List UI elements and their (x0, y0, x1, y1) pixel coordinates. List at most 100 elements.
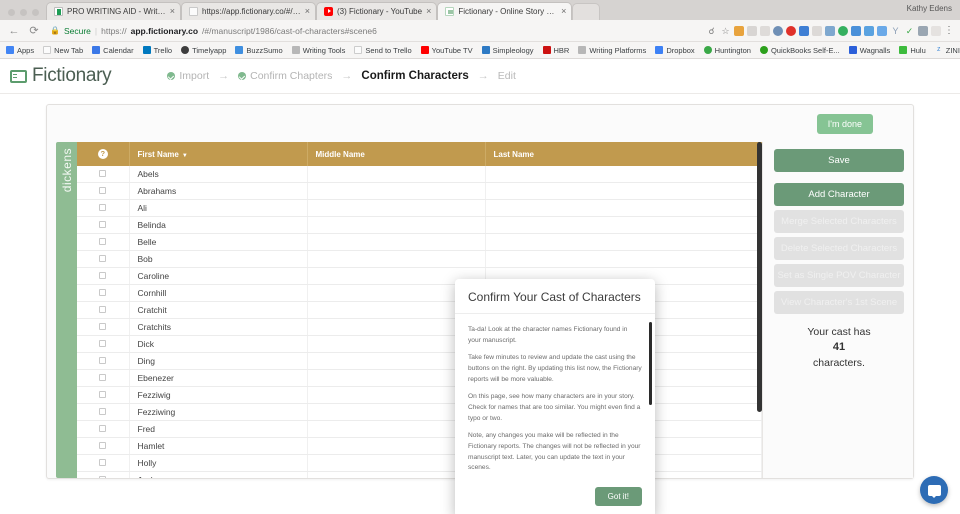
row-checkbox[interactable] (99, 476, 107, 478)
step-import[interactable]: Import (167, 70, 209, 82)
extension-icon-5[interactable] (799, 25, 809, 36)
row-checkbox[interactable] (99, 221, 107, 228)
table-row[interactable]: Caroline (77, 267, 762, 285)
row-select-cell[interactable] (77, 471, 130, 478)
window-traffic-lights[interactable] (4, 9, 46, 20)
extension-icon-14[interactable] (931, 25, 941, 36)
row-checkbox[interactable] (99, 374, 107, 381)
row-select-cell[interactable] (77, 166, 130, 183)
help-circle-icon[interactable]: ? (97, 149, 108, 159)
step-confirm-chapters[interactable]: Confirm Chapters (238, 70, 332, 82)
step-confirm-characters[interactable]: Confirm Characters (361, 70, 468, 82)
bookmark-item[interactable]: Writing Platforms (578, 46, 646, 55)
close-icon[interactable]: × (170, 7, 175, 16)
im-done-button[interactable]: I'm done (816, 113, 873, 134)
row-checkbox[interactable] (99, 340, 107, 347)
bookmark-item[interactable]: Writing Tools (291, 46, 345, 55)
extension-icon-11[interactable] (877, 25, 887, 36)
header-first-name[interactable]: First Name ▼ (129, 142, 308, 166)
row-select-cell[interactable] (77, 318, 130, 336)
table-row[interactable]: Cornhill (77, 284, 762, 302)
bookmark-item[interactable]: BuzzSumo (235, 46, 283, 55)
cell-last-name[interactable] (485, 182, 762, 200)
cell-last-name[interactable] (485, 233, 762, 251)
cell-first-name[interactable]: Holly (129, 454, 308, 472)
new-tab-button[interactable] (572, 3, 601, 20)
extension-icon-3[interactable] (760, 25, 770, 36)
browser-tab-3[interactable]: (3) Fictionary - YouTube × (316, 2, 438, 20)
add-character-button[interactable]: Add Character (774, 183, 904, 206)
row-select-cell[interactable] (77, 301, 130, 319)
cell-middle-name[interactable] (307, 233, 486, 251)
cell-first-name[interactable]: Ali (129, 199, 308, 217)
row-checkbox[interactable] (99, 391, 107, 398)
cell-first-name[interactable]: Cratchits (129, 318, 308, 336)
checkmark-icon[interactable]: ✓ (904, 26, 915, 36)
cell-middle-name[interactable] (307, 250, 486, 268)
step-edit[interactable]: Edit (498, 70, 516, 82)
bookmark-item[interactable]: Trello (142, 46, 172, 55)
table-row[interactable]: Belinda (77, 216, 762, 234)
cell-first-name[interactable]: Bob (129, 250, 308, 268)
modal-scrollbar[interactable] (649, 322, 652, 405)
row-checkbox[interactable] (99, 204, 107, 211)
cell-middle-name[interactable] (307, 199, 486, 217)
browser-tab-1[interactable]: PRO WRITING AID - Writing A... × (46, 2, 181, 20)
row-checkbox[interactable] (99, 357, 107, 364)
key-icon[interactable]: ☌ (706, 26, 717, 36)
row-select-cell[interactable] (77, 250, 130, 268)
table-row[interactable]: Cratchit (77, 301, 762, 319)
star-icon[interactable]: ☆ (720, 26, 731, 36)
row-checkbox[interactable] (99, 255, 107, 262)
row-checkbox[interactable] (99, 289, 107, 296)
row-select-cell[interactable] (77, 437, 130, 455)
cell-first-name[interactable]: Abrahams (129, 182, 308, 200)
cell-first-name[interactable]: Jack (129, 471, 308, 478)
row-checkbox[interactable] (99, 238, 107, 245)
bookmark-item[interactable]: Huntington (703, 46, 751, 55)
table-row[interactable]: Abels (77, 166, 762, 183)
table-row[interactable]: Cratchits (77, 318, 762, 336)
cell-first-name[interactable]: Ebenezer (129, 369, 308, 387)
cell-middle-name[interactable] (307, 216, 486, 234)
bookmark-item[interactable]: Timelyapp (181, 46, 226, 55)
close-icon[interactable]: × (561, 7, 566, 16)
extension-icon-13[interactable] (918, 25, 928, 36)
browser-tab-2[interactable]: https://app.fictionary.co/#/m... × (181, 2, 316, 20)
cell-middle-name[interactable] (307, 182, 486, 200)
cell-last-name[interactable] (485, 166, 762, 183)
manuscript-tab[interactable]: dickens (56, 142, 77, 478)
cell-middle-name[interactable] (307, 166, 486, 183)
maximize-window-button[interactable] (32, 9, 39, 16)
row-select-cell[interactable] (77, 369, 130, 387)
row-select-cell[interactable] (77, 216, 130, 234)
close-icon[interactable]: × (426, 7, 431, 16)
table-row[interactable]: Ding (77, 352, 762, 370)
row-select-cell[interactable] (77, 403, 130, 421)
back-icon[interactable]: ← (8, 25, 20, 37)
row-select-cell[interactable] (77, 352, 130, 370)
row-select-cell[interactable] (77, 182, 130, 200)
row-select-cell[interactable] (77, 199, 130, 217)
page-scrollbar[interactable] (757, 142, 762, 412)
cell-first-name[interactable]: Caroline (129, 267, 308, 285)
kebab-menu-icon[interactable]: ⋮ (944, 25, 954, 36)
row-checkbox[interactable] (99, 306, 107, 313)
extension-icon-2[interactable] (747, 25, 757, 36)
address-bar[interactable]: 🔒 Secure | https://app.fictionary.co/#/m… (48, 23, 698, 38)
cell-first-name[interactable]: Fezziwig (129, 386, 308, 404)
close-window-button[interactable] (8, 9, 15, 16)
row-checkbox[interactable] (99, 272, 107, 279)
table-row[interactable]: Belle (77, 233, 762, 251)
row-checkbox[interactable] (99, 425, 107, 432)
reload-icon[interactable]: ⟳ (28, 24, 40, 37)
row-select-cell[interactable] (77, 335, 130, 353)
cell-first-name[interactable]: Cornhill (129, 284, 308, 302)
bookmark-item[interactable]: QuickBooks Self-E... (759, 46, 840, 55)
row-checkbox[interactable] (99, 170, 107, 177)
extension-icon-1[interactable] (734, 25, 744, 36)
cell-first-name[interactable]: Hamlet (129, 437, 308, 455)
bookmark-item[interactable]: Send to Trello (354, 46, 412, 55)
bookmark-item[interactable]: YouTube TV (420, 46, 473, 55)
row-select-cell[interactable] (77, 454, 130, 472)
